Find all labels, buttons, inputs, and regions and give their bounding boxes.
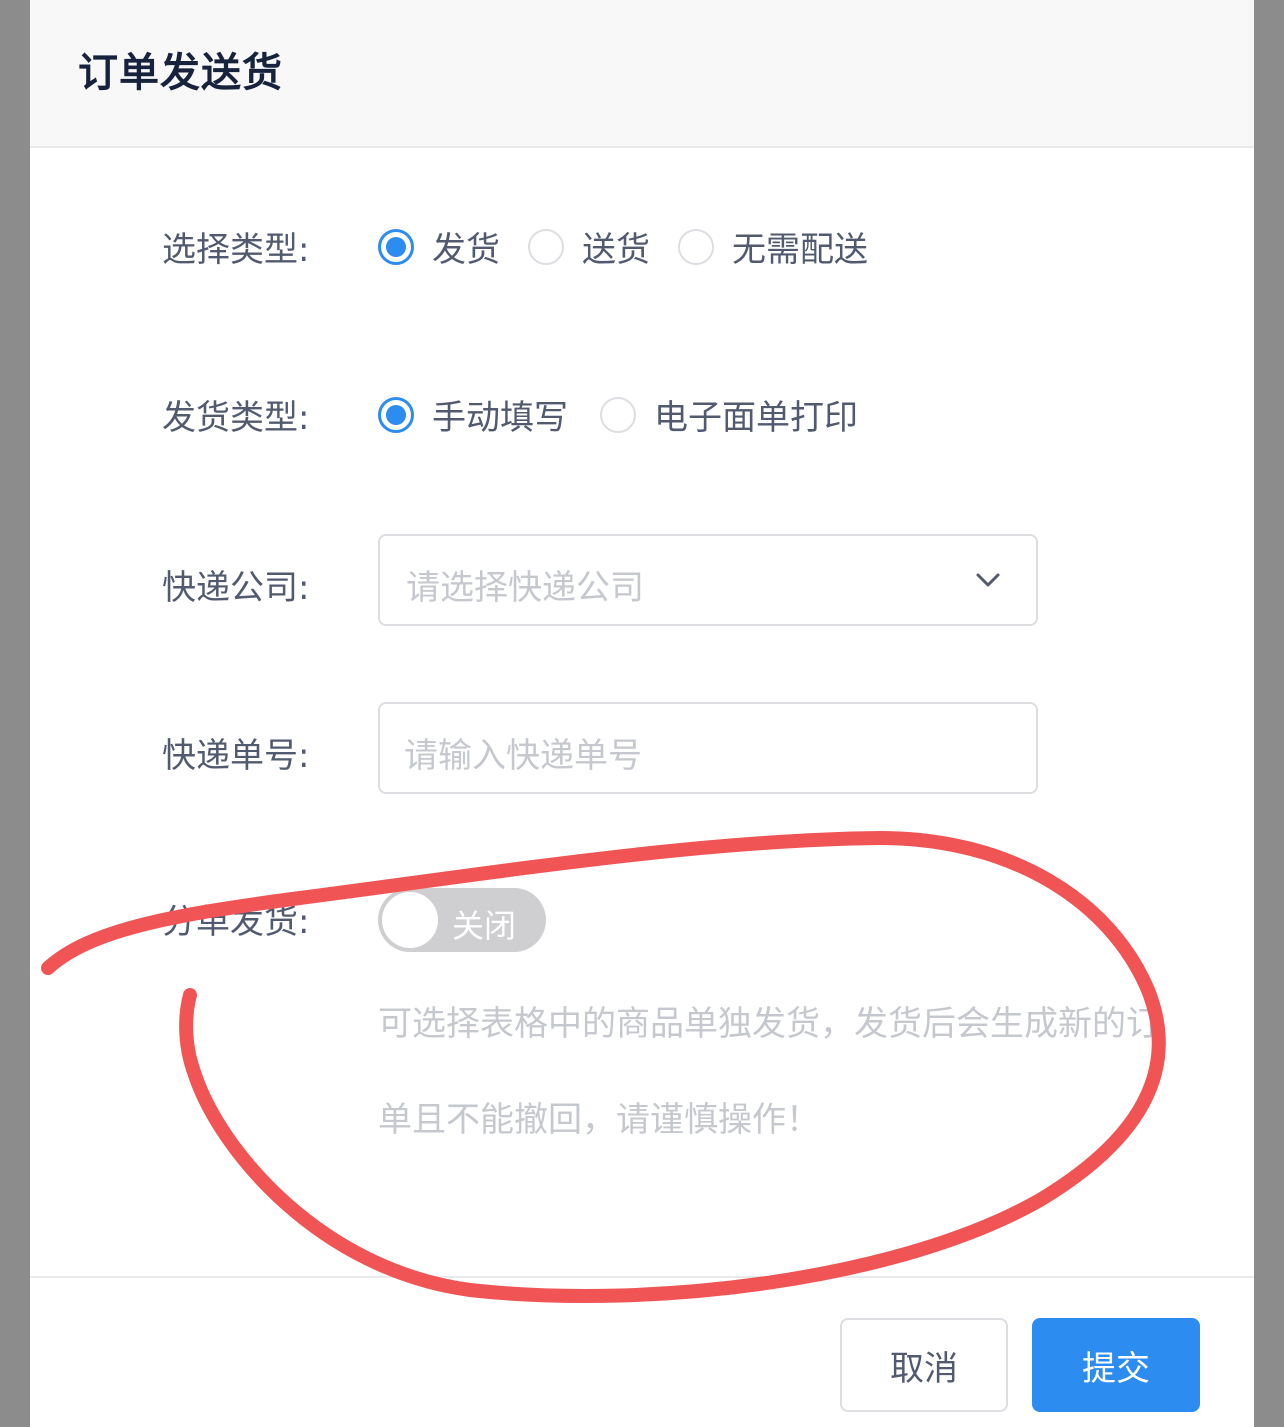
courier-company-label: 快递公司: <box>162 568 310 608</box>
switch-knob <box>382 892 438 948</box>
dialog-header: 订单发送货 <box>30 0 1254 148</box>
radio-unchecked-icon <box>600 396 636 433</box>
tip-line: 可选择表格中的商品单独发货，发货后会生成新的订 <box>378 1004 1160 1044</box>
tip-line: 单且不能撤回，请谨慎操作！ <box>378 1100 820 1140</box>
radio-option-label: 发货 <box>432 230 500 270</box>
order-shipping-dialog: 订单发送货 选择类型: 发货 送货 无需配送 发货类型: 手动填写 电子面单打印… <box>30 0 1254 1427</box>
dialog-title: 订单发送货 <box>78 50 283 96</box>
radio-checked-icon <box>378 396 414 433</box>
radio-unchecked-icon <box>528 228 564 265</box>
chevron-down-icon <box>976 573 1000 587</box>
screen-stage: 订单发送货 选择类型: 发货 送货 无需配送 发货类型: 手动填写 电子面单打印… <box>0 0 1284 1427</box>
cancel-button[interactable]: 取消 <box>840 1318 1008 1412</box>
tracking-number-input[interactable]: 请输入快递单号 <box>378 702 1038 794</box>
courier-company-select[interactable]: 请选择快递公司 <box>378 534 1038 626</box>
radio-option-label: 电子面单打印 <box>654 398 858 438</box>
switch-state-text: 关闭 <box>452 907 517 945</box>
radio-option-label: 送货 <box>582 230 650 270</box>
shipping-type-label: 发货类型: <box>162 398 310 438</box>
split-shipment-switch[interactable]: 关闭 <box>378 888 546 952</box>
tracking-number-placeholder: 请输入快递单号 <box>404 736 642 776</box>
radio-option-no-delivery[interactable]: 无需配送 <box>678 222 868 271</box>
radio-unchecked-icon <box>678 228 714 265</box>
tracking-number-label: 快递单号: <box>162 736 310 776</box>
radio-option-e-waybill[interactable]: 电子面单打印 <box>600 390 858 439</box>
courier-company-placeholder: 请选择快递公司 <box>406 568 644 608</box>
split-shipment-tip: 可选择表格中的商品单独发货，发货后会生成新的订 单且不能撤回，请谨慎操作！ <box>378 976 1238 1168</box>
radio-option-label: 手动填写 <box>432 398 568 438</box>
radio-option-deliver[interactable]: 送货 <box>528 222 650 271</box>
split-shipment-label: 分单发货: <box>162 902 310 942</box>
radio-checked-icon <box>378 228 414 265</box>
select-type-label: 选择类型: <box>162 230 310 270</box>
dialog-footer: 取消 提交 <box>30 1276 1254 1427</box>
radio-option-manual[interactable]: 手动填写 <box>378 390 568 439</box>
radio-option-ship[interactable]: 发货 <box>378 222 500 271</box>
radio-option-label: 无需配送 <box>732 230 868 270</box>
submit-button[interactable]: 提交 <box>1032 1318 1200 1412</box>
